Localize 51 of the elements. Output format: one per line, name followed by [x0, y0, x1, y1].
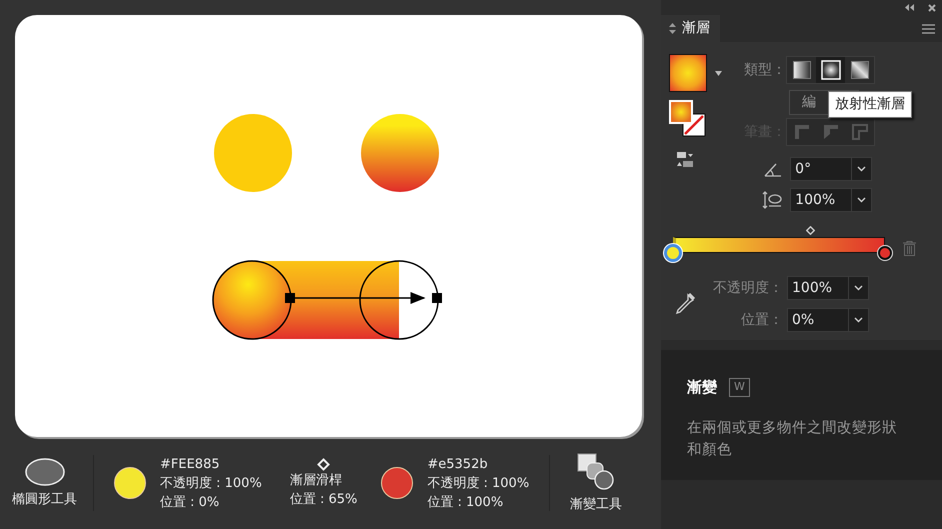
- dropdown-button[interactable]: [852, 188, 872, 212]
- chevron-icon: [854, 317, 863, 323]
- tool-label: 橢圓形工具: [12, 490, 77, 508]
- location-label: 位置：: [740, 310, 783, 330]
- gradient-tool-icon: [577, 452, 616, 490]
- opacity-label: 不透明度：: [712, 278, 783, 298]
- angle-icon: [764, 161, 782, 177]
- stroke-corner-icon: [850, 122, 870, 142]
- midpoint-handle[interactable]: [806, 226, 816, 235]
- chevron-icon: [854, 285, 863, 291]
- chevron-icon: [857, 197, 866, 203]
- location-field[interactable]: 0%: [787, 308, 849, 332]
- tooltip: 放射性漸層: [828, 91, 912, 118]
- dropdown-button[interactable]: [852, 157, 872, 181]
- info-title: 漸變: [687, 377, 717, 398]
- dropdown-button[interactable]: [849, 308, 869, 332]
- swap-gradient-icon[interactable]: [676, 151, 694, 168]
- collapse-icon[interactable]: [905, 4, 914, 11]
- midpoint-label: 漸層滑桿: [290, 472, 342, 490]
- position-text: 位置 : 0%: [160, 494, 220, 512]
- aspect-ratio-field[interactable]: 100%: [790, 188, 852, 212]
- menu-icon[interactable]: [922, 24, 935, 34]
- opacity-field[interactable]: 100%: [787, 276, 849, 300]
- fill-swatch[interactable]: [669, 54, 707, 92]
- angle-field[interactable]: 0°: [790, 157, 852, 181]
- color-stop[interactable]: [664, 244, 682, 262]
- shortcut-key: W: [729, 378, 750, 396]
- dropdown-button[interactable]: [849, 276, 869, 300]
- hex-code: #FEE885: [160, 456, 221, 474]
- chevron-icon: [857, 166, 866, 172]
- close-icon[interactable]: [928, 4, 936, 12]
- ellipse-tool-icon: [24, 458, 64, 486]
- color-stop[interactable]: [878, 246, 892, 260]
- sort-arrows-icon: [669, 23, 676, 34]
- aspect-ratio-icon: [762, 191, 782, 209]
- panel-tab[interactable]: 漸層: [661, 15, 720, 42]
- eyedropper-icon[interactable]: [675, 293, 695, 315]
- info-description: 在兩個或更多物件之間改變形狀和顏色: [687, 418, 898, 460]
- midpoint-icon: [317, 458, 330, 470]
- fill-stroke-icon[interactable]: [669, 100, 707, 138]
- opacity-text: 不透明度 : 100%: [160, 474, 262, 492]
- caret-icon[interactable]: [715, 70, 722, 76]
- tool-label: 漸變工具: [570, 496, 622, 514]
- type-label: 類型：: [744, 60, 782, 80]
- hex-code: #e5352b: [427, 456, 489, 474]
- gradient-bar[interactable]: [673, 237, 885, 253]
- gradient-arrow[interactable]: [285, 292, 442, 304]
- gradient-type-button[interactable]: [816, 57, 846, 83]
- opacity-text: 不透明度 : 100%: [427, 474, 530, 492]
- position-text: 位置 : 65%: [290, 490, 358, 508]
- position-text: 位置 : 100%: [427, 494, 504, 512]
